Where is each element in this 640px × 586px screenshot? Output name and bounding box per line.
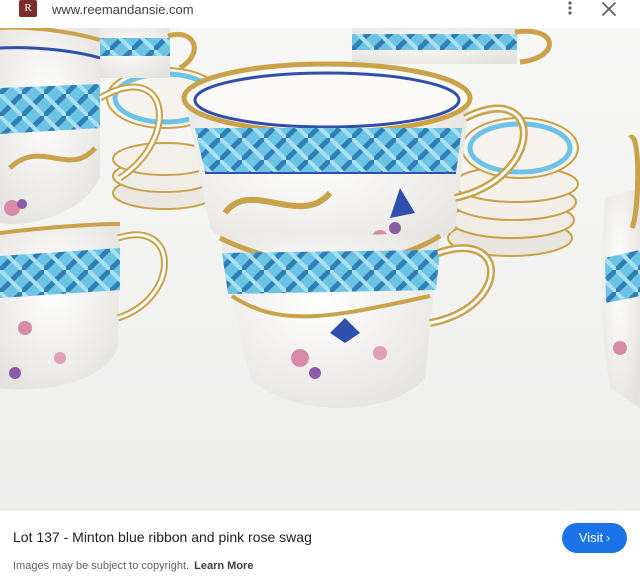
teacups-illustration	[0, 28, 640, 511]
visit-label: Visit	[578, 530, 604, 545]
saucer-stack-right	[447, 117, 579, 257]
visit-button[interactable]: Visit ›	[562, 523, 627, 553]
learn-more-link[interactable]: Learn More	[194, 560, 253, 572]
product-photo[interactable]	[0, 28, 640, 511]
copyright-text: Images may be subject to copyright.	[13, 560, 190, 572]
more-vert-icon[interactable]	[562, 0, 578, 16]
copyright-notice: Images may be subject to copyright. Lear…	[13, 560, 253, 572]
chevron-right-icon: ›	[606, 531, 611, 545]
source-url[interactable]: www.reemandansie.com	[52, 2, 194, 17]
top-bar: R www.reemandansie.com	[0, 0, 640, 28]
image-caption[interactable]: Lot 137 - Minton blue ribbon and pink ro…	[13, 529, 312, 545]
close-icon[interactable]	[600, 0, 618, 18]
site-favicon: R	[19, 0, 37, 17]
